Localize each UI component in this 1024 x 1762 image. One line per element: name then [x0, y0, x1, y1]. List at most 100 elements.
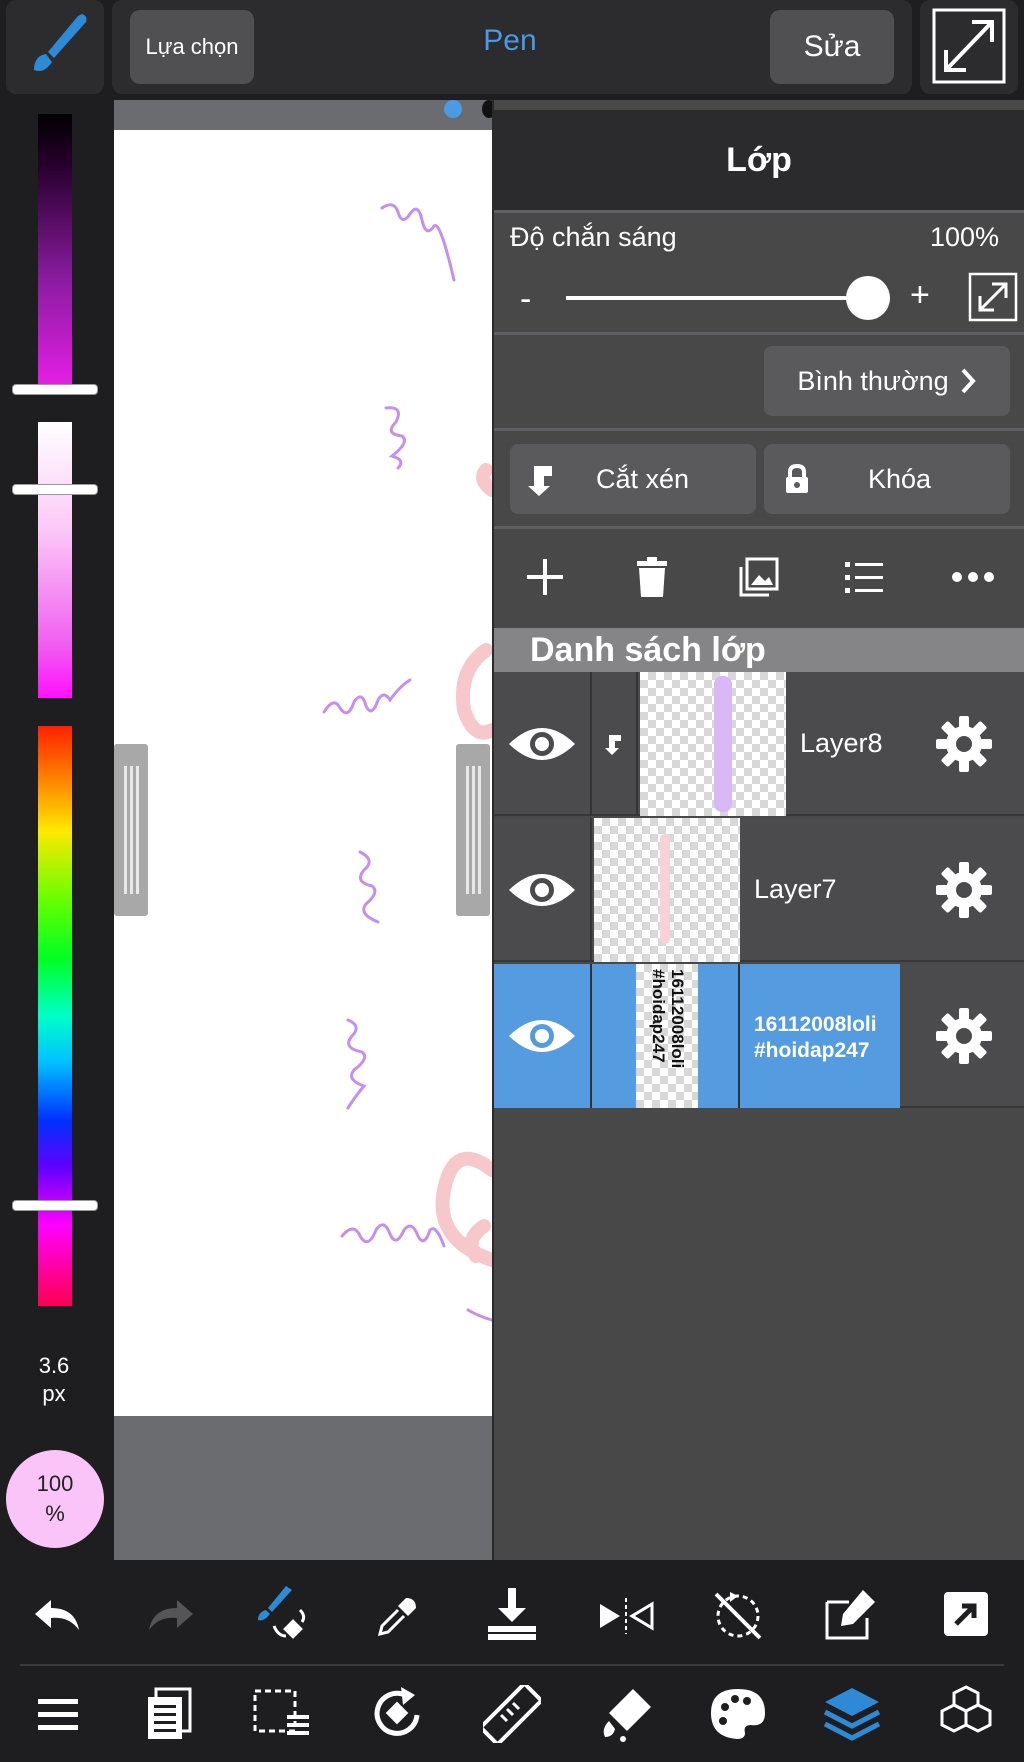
eye-icon [509, 874, 575, 906]
gear-icon [936, 1008, 992, 1064]
opacity-slider-track[interactable] [566, 296, 866, 300]
undo-button[interactable] [28, 1586, 88, 1646]
layer-visibility-toggle[interactable] [494, 964, 592, 1108]
edit-export-button[interactable] [822, 1584, 882, 1644]
layers-button[interactable] [822, 1684, 882, 1744]
more-options-button[interactable] [948, 552, 998, 602]
brush-opacity-unit: % [45, 1501, 65, 1526]
layer-settings-button[interactable] [934, 714, 994, 779]
opacity-increase-button[interactable]: + [910, 276, 930, 315]
materials-icon [940, 1685, 992, 1733]
eyedropper-icon [377, 1598, 416, 1637]
menu-icon [38, 1699, 78, 1730]
canvas-scroll-handle-right[interactable] [456, 744, 490, 916]
delete-layer-button[interactable] [627, 552, 677, 602]
thumbnail-text: 16112008loli #hoidap247 [649, 969, 687, 1069]
fill-icon [603, 1689, 651, 1742]
opacity-value: 100% [930, 222, 1000, 252]
pages-icon [148, 1687, 192, 1739]
canvas-scroll-handle-left[interactable] [114, 744, 148, 916]
clip-indicator [592, 672, 638, 816]
brush-size-unit: px [42, 1381, 66, 1406]
rotate-lock-icon [714, 1592, 762, 1640]
edit-button[interactable]: Sửa [770, 10, 894, 84]
layer-settings-button[interactable] [934, 860, 994, 925]
lock-label: Khóa [868, 464, 932, 494]
redo-button[interactable] [140, 1586, 200, 1646]
brush-transform-icon [258, 1586, 306, 1639]
palette-button[interactable] [708, 1684, 768, 1744]
rotate-lock-button[interactable] [708, 1586, 768, 1646]
share-button[interactable] [936, 1584, 996, 1644]
current-tool-title[interactable]: Pen [380, 24, 640, 70]
flip-icon [600, 1598, 654, 1634]
ruler-button[interactable] [482, 1684, 542, 1744]
image-icon [739, 557, 779, 597]
layer-settings-button[interactable] [934, 1006, 994, 1071]
materials-button[interactable] [936, 1684, 996, 1744]
divider [494, 210, 1024, 213]
canvas-drawing [322, 203, 499, 1322]
more-icon [952, 572, 994, 582]
eye-icon [509, 1020, 575, 1052]
saturation-slider[interactable] [38, 422, 72, 698]
import-button[interactable] [482, 1584, 542, 1644]
layer-row[interactable]: Layer7 [494, 818, 1024, 962]
clip-arrow-icon [605, 735, 621, 755]
rotate-canvas-button[interactable] [368, 1684, 428, 1744]
hue-slider[interactable] [38, 726, 72, 1306]
clip-arrow-icon [528, 466, 552, 496]
layer-thumbnail [640, 672, 786, 816]
eyedropper-button[interactable] [368, 1586, 428, 1646]
page-indicator-dot [444, 100, 462, 118]
layer-visibility-toggle[interactable] [494, 672, 592, 816]
layer-thumbnail [594, 818, 740, 962]
palette-icon [711, 1689, 765, 1739]
selection-tool-button[interactable] [252, 1684, 312, 1744]
layer-row[interactable]: Layer8 [494, 672, 1024, 816]
drawing-canvas[interactable] [114, 130, 499, 1416]
blend-mode-button[interactable]: Bình thường [764, 346, 1010, 416]
layer-name: Layer8 [800, 728, 883, 758]
saturation-handle[interactable] [12, 484, 98, 495]
lock-button[interactable]: Khóa [764, 444, 1010, 514]
share-icon [944, 1592, 988, 1636]
divider [494, 428, 1024, 431]
gear-icon [936, 862, 992, 918]
opacity-label: Độ chắn sáng [510, 222, 677, 252]
layer-visibility-toggle[interactable] [494, 818, 592, 962]
hue-handle[interactable] [12, 1200, 98, 1211]
brush-tool-button[interactable] [6, 0, 104, 94]
clipping-button[interactable]: Cắt xén [510, 444, 756, 514]
opacity-decrease-button[interactable]: - [520, 280, 531, 319]
selection-icon [253, 1689, 309, 1735]
trash-icon [637, 557, 667, 597]
clipping-label: Cắt xén [596, 464, 690, 494]
fill-tool-button[interactable] [596, 1684, 656, 1744]
lock-icon [786, 464, 808, 493]
gear-icon [936, 716, 992, 772]
brush-opacity-button[interactable]: 100 % [6, 1450, 104, 1548]
blend-mode-label: Bình thường [797, 365, 949, 396]
brush-size-value: 3.6 [38, 1353, 70, 1378]
brush-transform-button[interactable] [252, 1582, 312, 1642]
brightness-slider[interactable] [38, 114, 72, 390]
brush-size-readout[interactable]: 3.6 px [14, 1352, 94, 1408]
opacity-expand-button[interactable] [968, 272, 1018, 322]
layer-list-button[interactable] [840, 552, 890, 602]
add-layer-button[interactable] [520, 552, 570, 602]
fullscreen-button[interactable] [920, 0, 1018, 94]
selection-button[interactable]: Lựa chọn [130, 10, 254, 84]
opacity-slider-knob[interactable] [846, 276, 890, 320]
flip-button[interactable] [596, 1586, 656, 1646]
ruler-icon [483, 1685, 541, 1743]
pages-button[interactable] [140, 1684, 200, 1744]
layer-row-selected[interactable]: 16112008loli #hoidap247 16112008loli #ho… [494, 964, 1024, 1108]
layer-image-button[interactable] [734, 552, 784, 602]
layer-name: 16112008loli #hoidap247 [754, 1013, 877, 1062]
menu-button[interactable] [28, 1684, 88, 1744]
chevron-right-icon [961, 368, 976, 394]
rotate-canvas-icon [374, 1687, 420, 1736]
layer-list-header: Danh sách lớp [494, 628, 1024, 672]
brightness-handle[interactable] [12, 384, 98, 395]
